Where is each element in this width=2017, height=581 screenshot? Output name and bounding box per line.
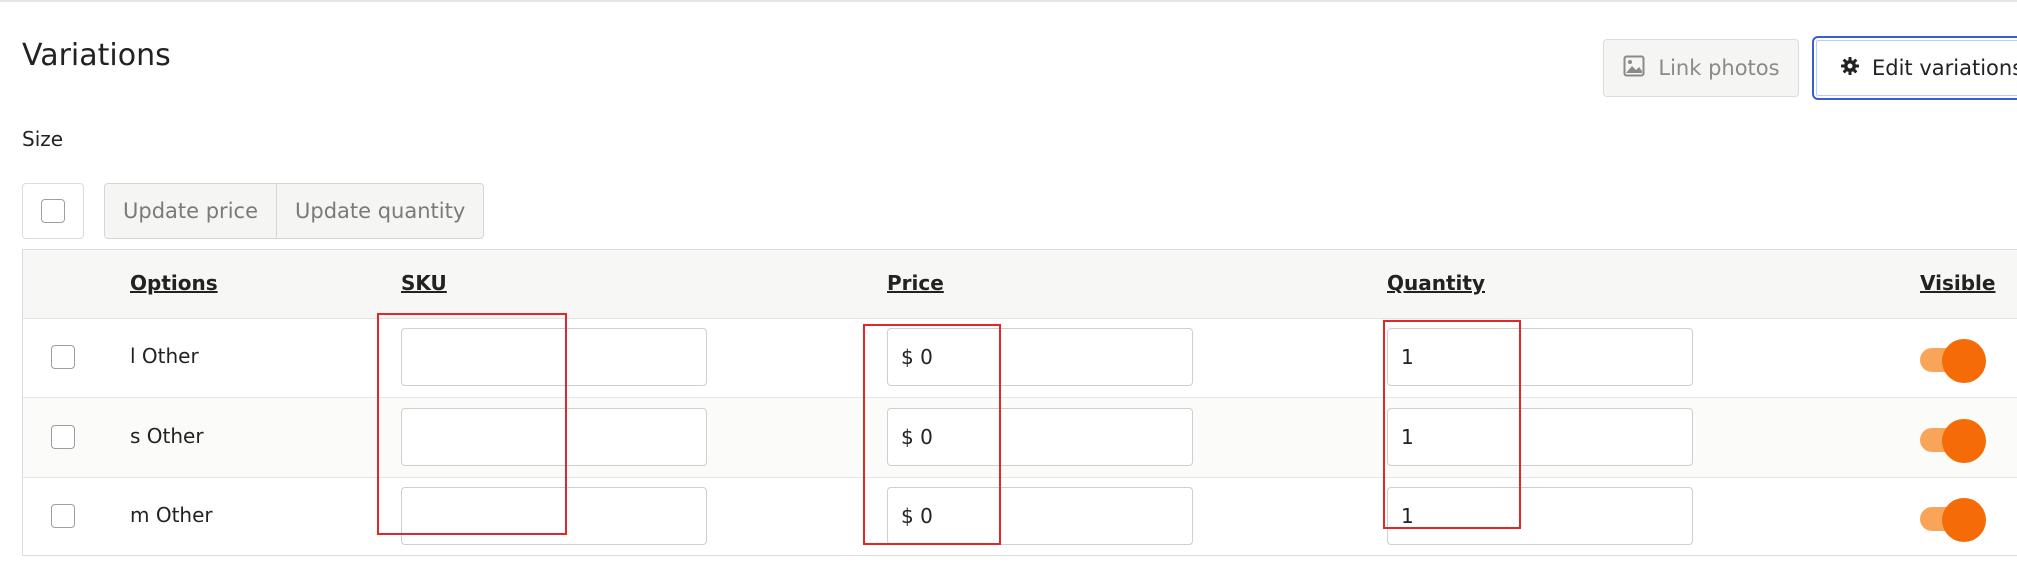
header-visible[interactable]: Visible xyxy=(1920,271,1995,295)
select-all-checkbox[interactable] xyxy=(41,199,65,223)
row-checkbox[interactable] xyxy=(51,345,75,369)
edit-variations-button[interactable]: Edit variations xyxy=(1812,36,2017,100)
option-label: m Other xyxy=(130,503,213,527)
toggle-knob xyxy=(1942,339,1986,383)
size-label: Size xyxy=(22,127,64,151)
quantity-input[interactable]: 1 xyxy=(1387,408,1693,466)
edit-variations-label: Edit variations xyxy=(1872,56,2017,80)
option-label: l Other xyxy=(130,344,199,368)
visible-toggle[interactable] xyxy=(1920,498,1986,542)
sku-input[interactable] xyxy=(401,328,707,386)
header-options[interactable]: Options xyxy=(130,271,218,295)
row-checkbox[interactable] xyxy=(51,425,75,449)
image-icon xyxy=(1622,54,1646,83)
bulk-actions: Update price Update quantity xyxy=(104,183,485,239)
link-photos-label: Link photos xyxy=(1658,56,1780,80)
toggle-knob xyxy=(1942,498,1986,542)
quantity-input[interactable]: 1 xyxy=(1387,487,1693,545)
update-quantity-button[interactable]: Update quantity xyxy=(276,184,483,238)
price-input[interactable]: $ 0 xyxy=(887,408,1193,466)
header-quantity[interactable]: Quantity xyxy=(1387,271,1485,295)
table-row: m Other $ 0 1 xyxy=(23,477,2017,556)
link-photos-button[interactable]: Link photos xyxy=(1603,39,1799,97)
top-divider xyxy=(0,0,2017,2)
section-title: Variations xyxy=(22,38,171,73)
header-price[interactable]: Price xyxy=(887,271,944,295)
update-price-button[interactable]: Update price xyxy=(105,184,276,238)
visible-toggle[interactable] xyxy=(1920,419,1986,463)
table-row: l Other $ 0 1 xyxy=(23,318,2017,398)
table-row: s Other $ 0 1 xyxy=(23,398,2017,478)
variations-table: Options SKU Price Quantity Visible l Oth… xyxy=(22,249,2017,556)
sku-input[interactable] xyxy=(401,408,707,466)
option-label: s Other xyxy=(130,424,204,448)
price-input[interactable]: $ 0 xyxy=(887,487,1193,545)
table-header: Options SKU Price Quantity Visible xyxy=(23,250,2017,319)
price-input[interactable]: $ 0 xyxy=(887,328,1193,386)
row-checkbox[interactable] xyxy=(51,504,75,528)
quantity-input[interactable]: 1 xyxy=(1387,328,1693,386)
toggle-knob xyxy=(1942,419,1986,463)
sku-input[interactable] xyxy=(401,487,707,545)
header-sku[interactable]: SKU xyxy=(401,271,447,295)
visible-toggle[interactable] xyxy=(1920,339,1986,383)
gear-icon xyxy=(1840,56,1860,81)
select-all-container xyxy=(22,183,84,239)
